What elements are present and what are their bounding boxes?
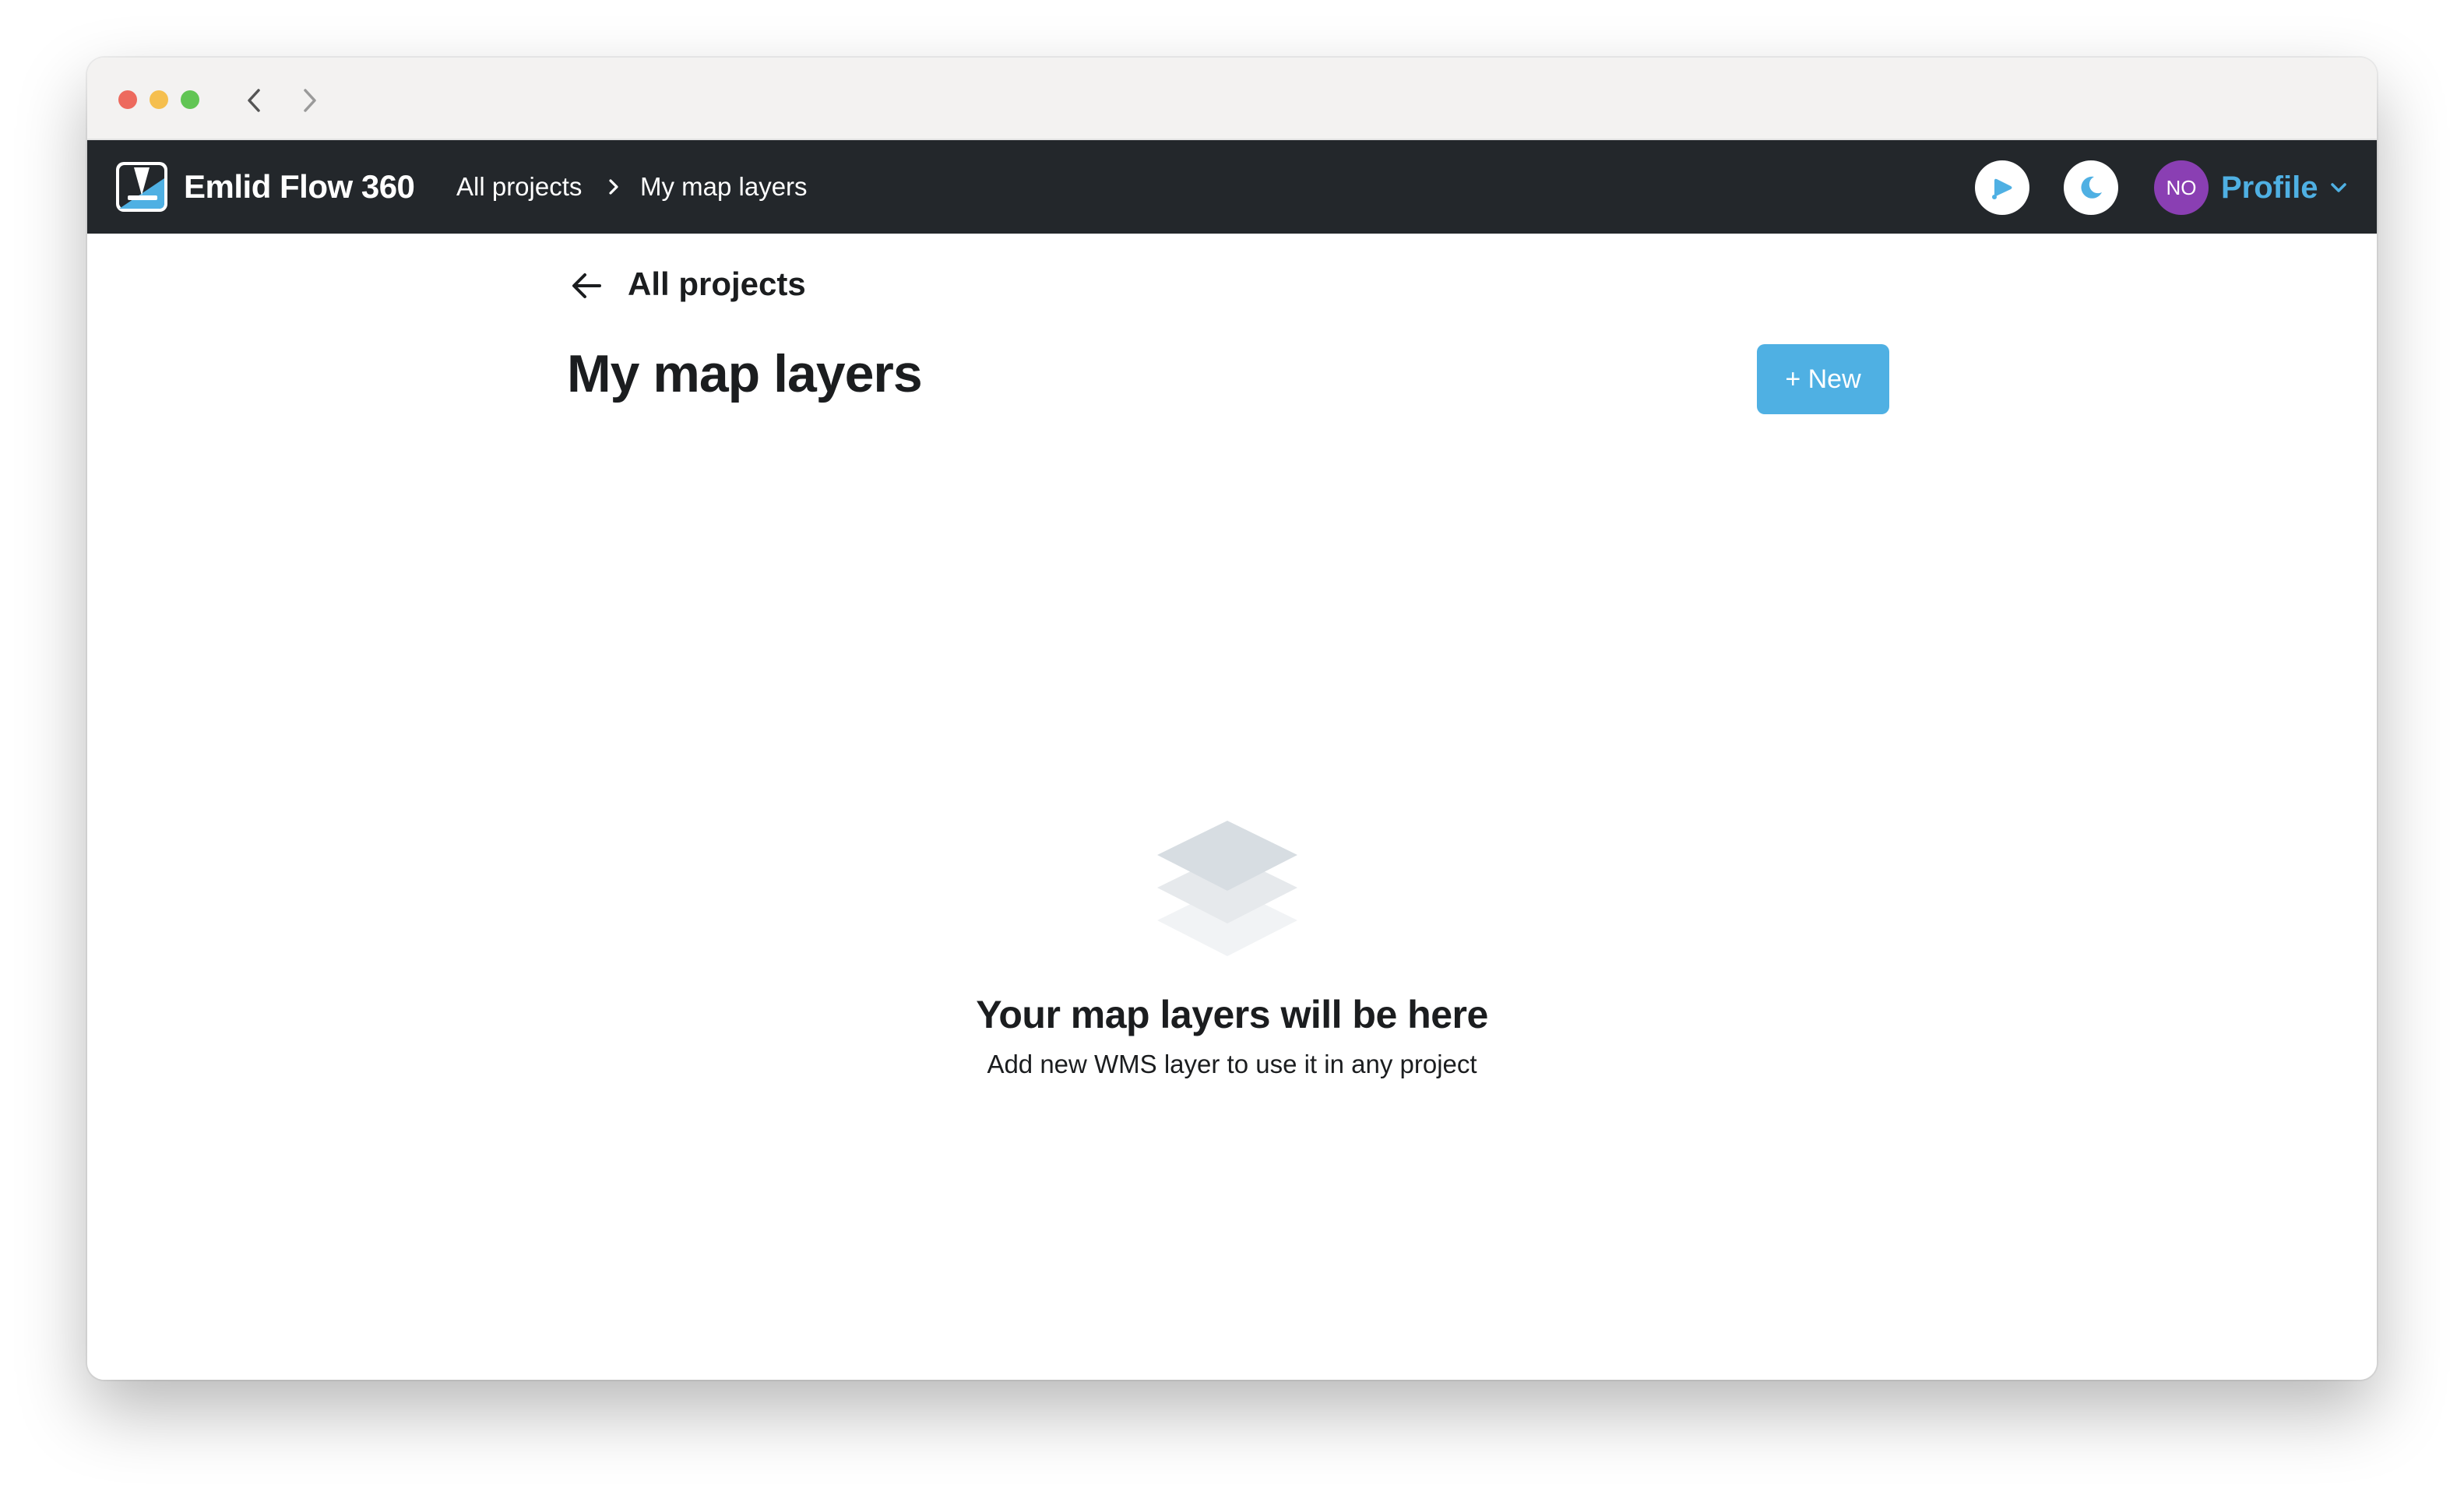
main-content: All projects My map layers + New Your ma… bbox=[87, 234, 2377, 1380]
chevron-right-icon bbox=[601, 174, 626, 199]
empty-state-title: Your map layers will be here bbox=[976, 993, 1488, 1036]
breadcrumb-all-projects[interactable]: All projects bbox=[456, 164, 582, 210]
breadcrumb-current-page: My map layers bbox=[640, 172, 808, 201]
browser-forward-button[interactable] bbox=[290, 81, 329, 120]
avatar[interactable]: NO bbox=[2154, 160, 2209, 215]
support-icon bbox=[1992, 178, 2012, 199]
moon-icon bbox=[2081, 176, 2102, 199]
app-header: Emlid Flow 360 All projects My map layer… bbox=[87, 140, 2377, 234]
close-window-button[interactable] bbox=[118, 90, 137, 109]
page-title: My map layers bbox=[567, 344, 923, 403]
profile-menu-button[interactable]: Profile bbox=[2221, 160, 2318, 215]
chevron-right-icon bbox=[304, 89, 316, 112]
arrow-left-icon bbox=[572, 273, 601, 298]
back-link-label: All projects bbox=[628, 266, 806, 302]
zoom-window-button[interactable] bbox=[181, 90, 199, 109]
support-button[interactable] bbox=[1975, 160, 2029, 215]
theme-toggle-button[interactable] bbox=[2064, 160, 2118, 215]
new-layer-button[interactable]: + New bbox=[1757, 344, 1889, 414]
browser-window: Emlid Flow 360 All projects My map layer… bbox=[87, 58, 2377, 1380]
app-name[interactable]: Emlid Flow 360 bbox=[184, 164, 415, 210]
browser-back-button[interactable] bbox=[235, 81, 274, 120]
chevron-down-icon[interactable] bbox=[2327, 176, 2350, 199]
layers-icon bbox=[1157, 821, 1297, 956]
minimize-window-button[interactable] bbox=[150, 90, 168, 109]
emlid-logo-icon[interactable] bbox=[115, 161, 168, 213]
window-titlebar bbox=[87, 58, 2377, 140]
empty-state-subtitle: Add new WMS layer to use it in any proje… bbox=[987, 1050, 1477, 1078]
chevron-left-icon bbox=[248, 89, 260, 112]
